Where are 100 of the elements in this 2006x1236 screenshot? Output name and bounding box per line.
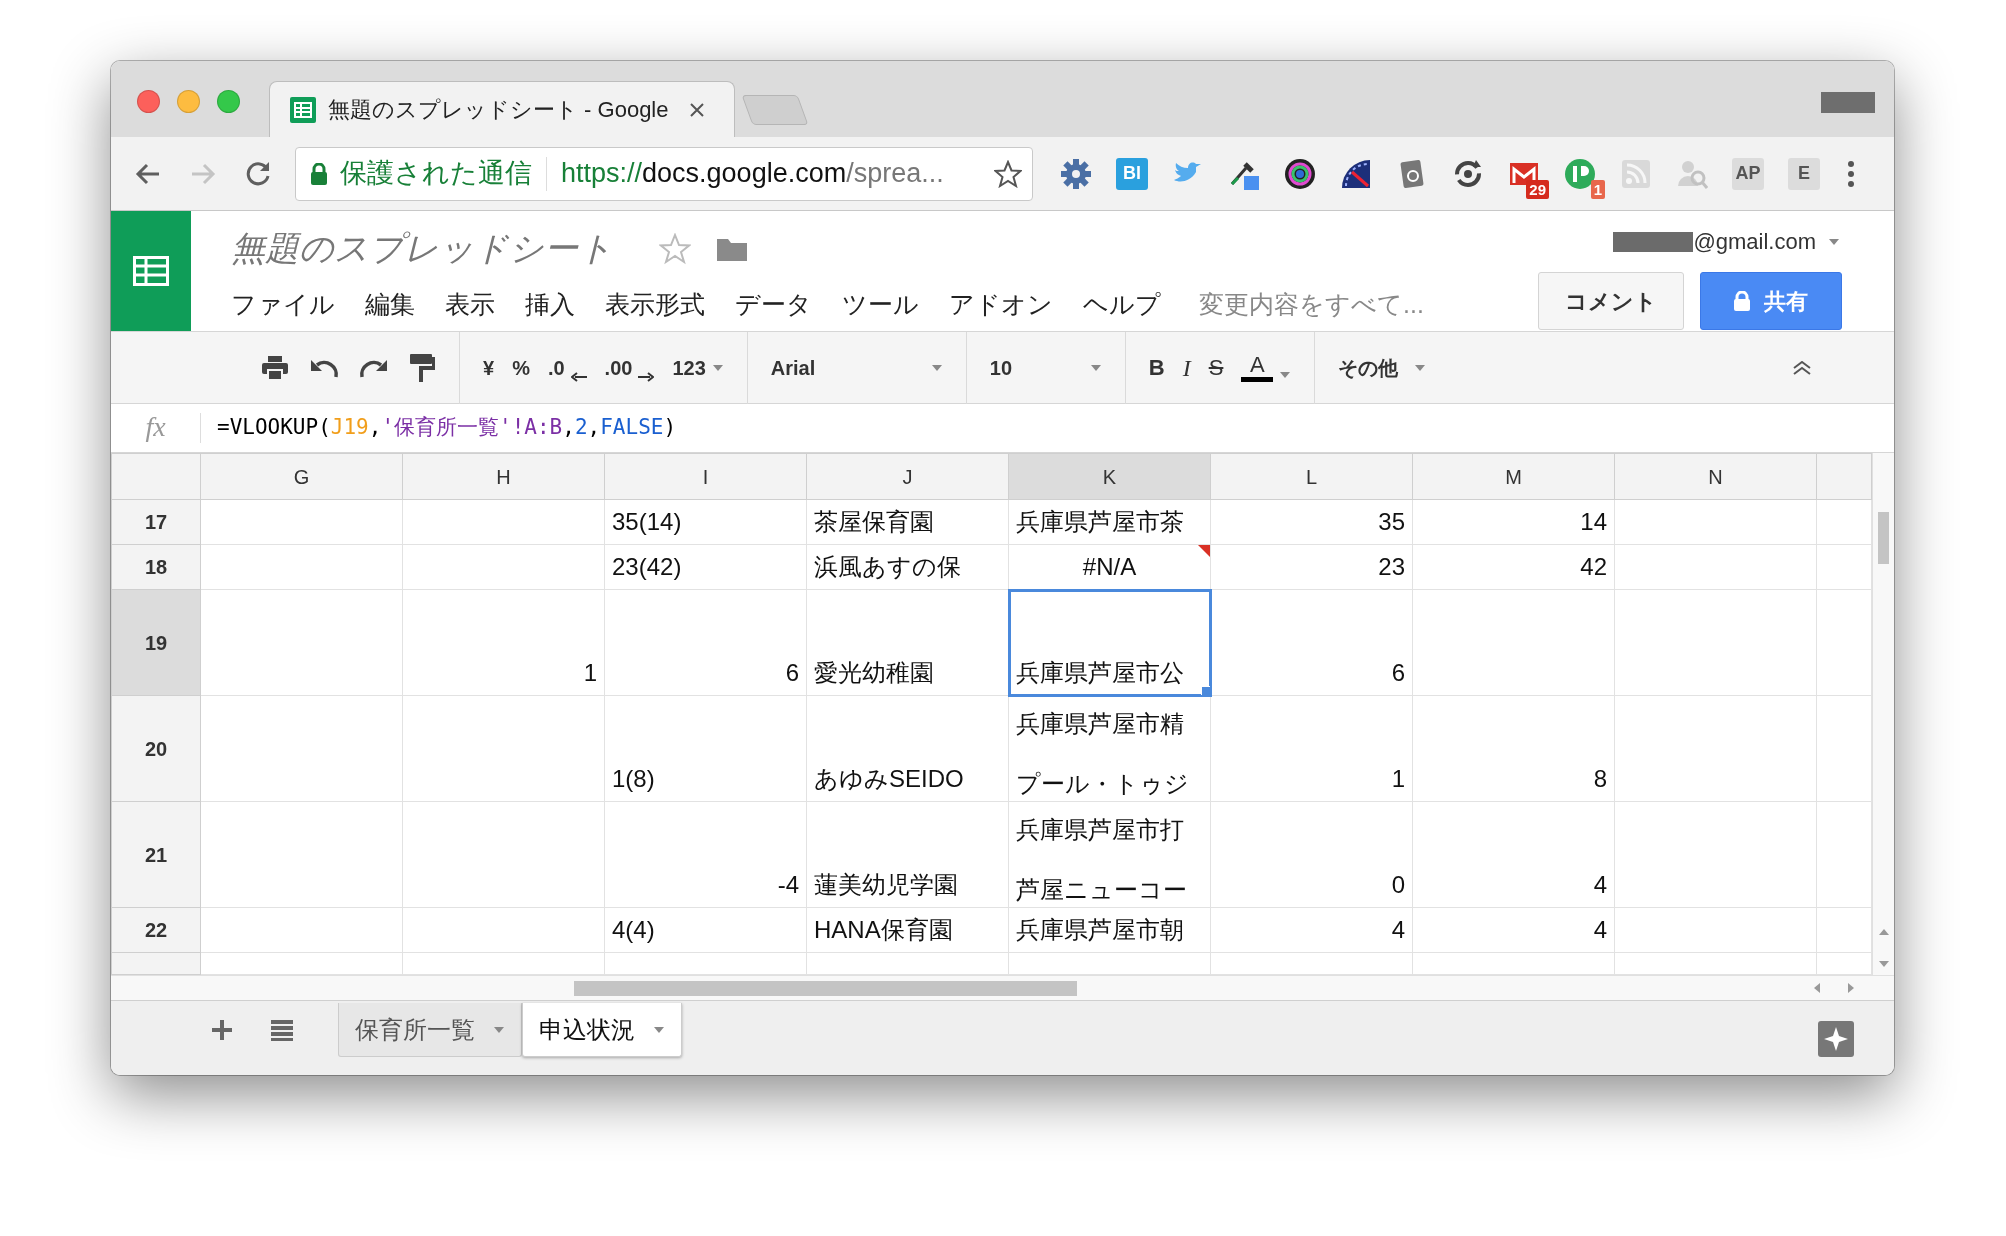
caret-icon: [930, 362, 943, 373]
menu-item[interactable]: データ: [735, 286, 812, 324]
caret-icon: [1089, 362, 1102, 373]
column-header[interactable]: I: [604, 453, 807, 500]
print-icon[interactable]: [261, 354, 289, 381]
italic-button[interactable]: I: [1173, 344, 1200, 391]
bold-button[interactable]: B: [1139, 344, 1174, 391]
table-cell: 42: [1412, 544, 1615, 590]
table-cell: 兵庫県芦屋市打 芦屋ニューコー: [1008, 801, 1211, 908]
column-header[interactable]: N: [1614, 453, 1817, 500]
text-color-button[interactable]: A: [1232, 344, 1301, 391]
font-size-dropdown[interactable]: 10: [980, 344, 1111, 391]
arrow-right-icon: [638, 371, 655, 382]
table-cell: 兵庫県芦屋市朝: [1008, 907, 1211, 953]
table-cell: -4: [604, 801, 807, 908]
currency-button[interactable]: ¥: [474, 344, 504, 391]
more-button[interactable]: その他: [1329, 344, 1436, 391]
spreadsheet-logo-icon[interactable]: [133, 256, 169, 286]
column-header[interactable]: G: [200, 453, 403, 500]
browser-tab[interactable]: 無題のスプレッドシート - Google: [269, 81, 735, 137]
close-window-button[interactable]: [137, 90, 160, 113]
column-header[interactable]: K: [1008, 453, 1211, 500]
add-sheet-icon[interactable]: [211, 1019, 233, 1041]
menu-item[interactable]: アドオン: [949, 286, 1053, 324]
gauge-icon[interactable]: [1340, 157, 1372, 190]
sheet-list-icon[interactable]: [270, 1019, 294, 1041]
row-header[interactable]: 21: [111, 801, 201, 908]
table-cell: HANA保育園: [806, 907, 1009, 953]
star-icon[interactable]: [659, 232, 691, 265]
menu-item[interactable]: ツール: [842, 286, 919, 324]
table-cell: 4: [1412, 907, 1615, 953]
row-header[interactable]: 19: [111, 589, 201, 696]
url-text: https://docs.google.com/sprea...: [561, 157, 944, 191]
count-badge: 1: [1590, 179, 1605, 199]
address-bar[interactable]: 保護された通信 https://docs.google.com/sprea...: [295, 146, 1033, 201]
collapse-icon[interactable]: [1792, 360, 1812, 375]
decrease-decimals-button[interactable]: .0: [538, 344, 596, 391]
save-status[interactable]: 変更内容をすべて...: [1199, 286, 1424, 324]
caret-icon: [1279, 369, 1292, 380]
account-email[interactable]: @gmail.com: [1693, 225, 1816, 258]
sheet-tab[interactable]: 保育所一覧: [338, 1003, 522, 1057]
column-header[interactable]: H: [402, 453, 605, 500]
column-header[interactable]: J: [806, 453, 1009, 500]
table-cell: 35: [1210, 499, 1413, 545]
menu-icon[interactable]: [1847, 159, 1855, 188]
paint-format-icon[interactable]: [409, 352, 435, 383]
caret-icon: [653, 1024, 665, 1035]
formula-input[interactable]: =VLOOKUP(J19,'保育所一覧'!A:B,2,FALSE): [217, 412, 677, 444]
document-title[interactable]: 無題のスプレッドシート: [231, 223, 613, 274]
lock-icon: [310, 162, 328, 185]
row-header[interactable]: 22: [111, 907, 201, 953]
comment-button[interactable]: コメント: [1538, 272, 1684, 330]
row-header[interactable]: 18: [111, 544, 201, 590]
scroll-left-icon[interactable]: [1812, 982, 1822, 994]
table-cell: 蓮美幼児学園: [806, 801, 1009, 908]
scroll-up-icon[interactable]: [1877, 927, 1890, 937]
caret-icon[interactable]: [1828, 236, 1842, 247]
menu-item[interactable]: 表示: [445, 286, 495, 324]
scrollbar-thumb[interactable]: [1878, 512, 1889, 564]
fill-handle[interactable]: [1201, 686, 1210, 695]
percent-button[interactable]: %: [503, 344, 539, 391]
scroll-down-icon[interactable]: [1877, 959, 1890, 969]
menu-item[interactable]: ヘルプ: [1083, 286, 1161, 324]
column-header[interactable]: M: [1412, 453, 1615, 500]
scrollbar-thumb[interactable]: [574, 980, 1077, 996]
bookmark-star-icon[interactable]: [994, 159, 1022, 188]
table-cell: 23(42): [604, 544, 807, 590]
explore-icon[interactable]: [1816, 1019, 1856, 1059]
lock-icon: [1734, 291, 1750, 311]
table-cell: 兵庫県芦屋市公: [1008, 589, 1211, 696]
close-icon[interactable]: [688, 101, 705, 118]
row-header[interactable]: 17: [111, 499, 201, 545]
sheet-tab[interactable]: 申込状況: [522, 1003, 682, 1057]
number-format-button[interactable]: 123: [663, 344, 733, 391]
table-cell: 6: [604, 589, 807, 696]
circle-icon[interactable]: [1564, 157, 1596, 190]
table-cell: 1(8): [604, 695, 807, 802]
table-cell: 茶屋保育園: [806, 499, 1009, 545]
menu-item[interactable]: 表示形式: [605, 286, 705, 324]
table-cell: 4(4): [604, 907, 807, 953]
menu-item[interactable]: 編集: [365, 286, 415, 324]
table-cell: 8: [1412, 695, 1615, 802]
table-cell: 4: [1412, 801, 1615, 908]
zoom-window-button[interactable]: [217, 90, 240, 113]
row-header[interactable]: 20: [111, 695, 201, 802]
scroll-right-icon[interactable]: [1846, 982, 1856, 994]
table-cell: 23: [1210, 544, 1413, 590]
menu-item[interactable]: 挿入: [525, 286, 575, 324]
caret-icon: [493, 1024, 505, 1035]
caret-icon: [1414, 362, 1427, 373]
increase-decimals-button[interactable]: .00: [595, 344, 664, 391]
menu-item[interactable]: ファイル: [231, 286, 335, 324]
color-swatch: [1241, 377, 1274, 382]
gear-icon[interactable]: [1060, 157, 1092, 190]
strikethrough-button[interactable]: S: [1199, 344, 1233, 391]
security-label: 保護された通信: [340, 157, 532, 191]
font-dropdown[interactable]: Arial: [761, 344, 952, 391]
lens-icon[interactable]: [1284, 157, 1316, 190]
column-header[interactable]: L: [1210, 453, 1413, 500]
count-badge: 29: [1526, 179, 1549, 199]
